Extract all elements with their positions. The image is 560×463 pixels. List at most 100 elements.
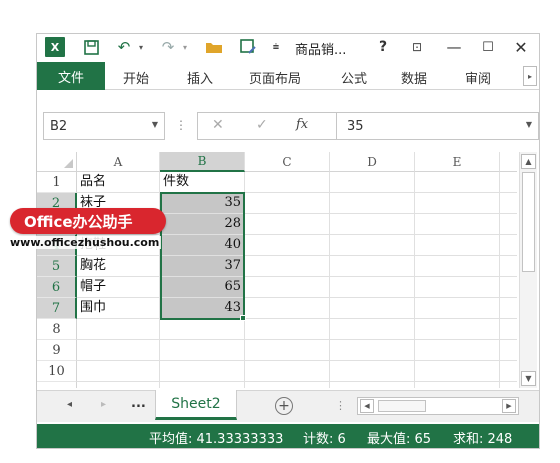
tab-insert[interactable]: 插入	[187, 68, 213, 87]
row-header[interactable]: 1	[37, 172, 77, 193]
table-cell[interactable]	[160, 382, 245, 388]
column-header-c[interactable]: C	[245, 152, 330, 172]
table-cell[interactable]	[77, 319, 160, 340]
table-cell[interactable]	[500, 256, 517, 277]
table-cell[interactable]: 胸花	[77, 256, 160, 277]
table-cell[interactable]	[415, 319, 500, 340]
row-header[interactable]: 10	[37, 361, 77, 382]
save-icon[interactable]	[81, 37, 101, 57]
tab-file[interactable]: 文件	[37, 62, 105, 90]
table-cell[interactable]	[500, 298, 517, 319]
table-cell[interactable]: 40	[160, 235, 245, 256]
add-sheet-icon[interactable]: +	[275, 397, 293, 415]
table-cell[interactable]	[77, 382, 160, 388]
table-cell[interactable]: 43	[160, 298, 245, 319]
table-cell[interactable]: 28	[160, 214, 245, 235]
table-cell[interactable]	[330, 193, 415, 214]
insert-function-icon[interactable]: fx	[296, 117, 308, 132]
table-cell[interactable]	[77, 340, 160, 361]
fill-handle[interactable]	[240, 315, 246, 321]
table-cell[interactable]	[245, 382, 330, 388]
customize-toolbar-icon[interactable]: ⩧	[269, 37, 283, 57]
table-cell[interactable]	[245, 319, 330, 340]
vertical-scroll-thumb[interactable]	[522, 172, 535, 272]
table-cell[interactable]	[500, 340, 517, 361]
tab-page-layout[interactable]: 页面布局	[249, 68, 301, 87]
column-header-a[interactable]: A	[77, 152, 160, 172]
table-cell[interactable]: 围巾	[77, 298, 160, 319]
select-all-corner[interactable]	[37, 152, 77, 172]
scroll-right-icon[interactable]: ▶	[502, 399, 516, 413]
excel-logo-icon[interactable]: X	[45, 37, 65, 57]
table-cell[interactable]	[245, 277, 330, 298]
sheet-tab-sheet2[interactable]: Sheet2	[155, 390, 237, 420]
row-header[interactable]: 7	[37, 298, 77, 319]
column-header-f-partial[interactable]	[500, 152, 517, 172]
tab-split-handle-icon[interactable]: ⋮	[335, 399, 346, 412]
table-cell[interactable]	[160, 319, 245, 340]
table-cell[interactable]	[500, 172, 517, 193]
table-cell[interactable]	[415, 382, 500, 388]
row-header[interactable]: 5	[37, 256, 77, 277]
table-cell[interactable]	[160, 340, 245, 361]
table-cell[interactable]: 65	[160, 277, 245, 298]
tab-home[interactable]: 开始	[123, 68, 149, 87]
table-cell[interactable]	[245, 340, 330, 361]
table-cell[interactable]	[500, 277, 517, 298]
table-cell[interactable]	[500, 361, 517, 382]
table-cell[interactable]	[415, 277, 500, 298]
close-icon[interactable]: ✕	[511, 37, 531, 57]
table-cell[interactable]: 件数	[160, 172, 245, 193]
table-cell[interactable]: 35	[160, 193, 245, 214]
open-folder-icon[interactable]	[203, 37, 225, 57]
undo-dropdown-icon[interactable]: ▾	[136, 37, 146, 57]
table-cell[interactable]	[415, 193, 500, 214]
status-sum[interactable]: 求和: 248	[453, 428, 512, 447]
formula-bar-splitter-icon[interactable]: ⋮	[175, 118, 187, 132]
maximize-icon[interactable]: ☐	[479, 37, 497, 57]
table-cell[interactable]	[415, 235, 500, 256]
scroll-left-icon[interactable]: ◀	[360, 399, 374, 413]
tab-review[interactable]: 审阅	[465, 68, 491, 87]
enter-icon[interactable]: ✓	[256, 117, 268, 133]
column-header-b[interactable]: B	[160, 152, 245, 172]
sheet-prev-icon[interactable]: ◂	[67, 399, 72, 410]
table-cell[interactable]	[330, 256, 415, 277]
table-cell[interactable]	[415, 214, 500, 235]
expand-formula-bar-icon[interactable]: ▼	[526, 120, 532, 129]
table-cell[interactable]: 品名	[77, 172, 160, 193]
row-header[interactable]	[37, 382, 77, 388]
table-cell[interactable]	[245, 256, 330, 277]
horizontal-scrollbar[interactable]: ◀ ▶	[357, 397, 519, 415]
scroll-down-icon[interactable]: ▼	[521, 371, 536, 386]
table-cell[interactable]	[330, 235, 415, 256]
horizontal-scroll-thumb[interactable]	[378, 400, 426, 412]
minimize-icon[interactable]: —	[445, 37, 463, 57]
table-cell[interactable]	[330, 298, 415, 319]
table-cell[interactable]	[160, 361, 245, 382]
undo-icon[interactable]: ↶	[113, 37, 135, 57]
name-box-dropdown-icon[interactable]: ▼	[152, 120, 158, 129]
sheet-next-icon[interactable]: ▸	[101, 399, 106, 410]
sheet-more-button[interactable]: ...	[131, 396, 146, 411]
tab-data[interactable]: 数据	[401, 68, 427, 87]
column-header-e[interactable]: E	[415, 152, 500, 172]
table-cell[interactable]	[415, 172, 500, 193]
save-as-icon[interactable]	[237, 37, 259, 57]
table-cell[interactable]	[415, 256, 500, 277]
table-cell[interactable]	[415, 298, 500, 319]
name-box[interactable]: B2 ▼	[43, 112, 165, 140]
table-cell[interactable]	[245, 172, 330, 193]
table-cell[interactable]	[415, 361, 500, 382]
table-cell[interactable]	[330, 214, 415, 235]
help-icon[interactable]: ?	[375, 37, 391, 57]
table-cell[interactable]	[500, 193, 517, 214]
table-cell[interactable]	[330, 382, 415, 388]
row-header[interactable]: 8	[37, 319, 77, 340]
table-cell[interactable]	[415, 340, 500, 361]
table-cell[interactable]	[245, 235, 330, 256]
row-header[interactable]: 9	[37, 340, 77, 361]
status-max[interactable]: 最大值: 65	[367, 428, 431, 447]
redo-icon[interactable]: ↷	[157, 37, 179, 57]
table-cell[interactable]	[245, 193, 330, 214]
